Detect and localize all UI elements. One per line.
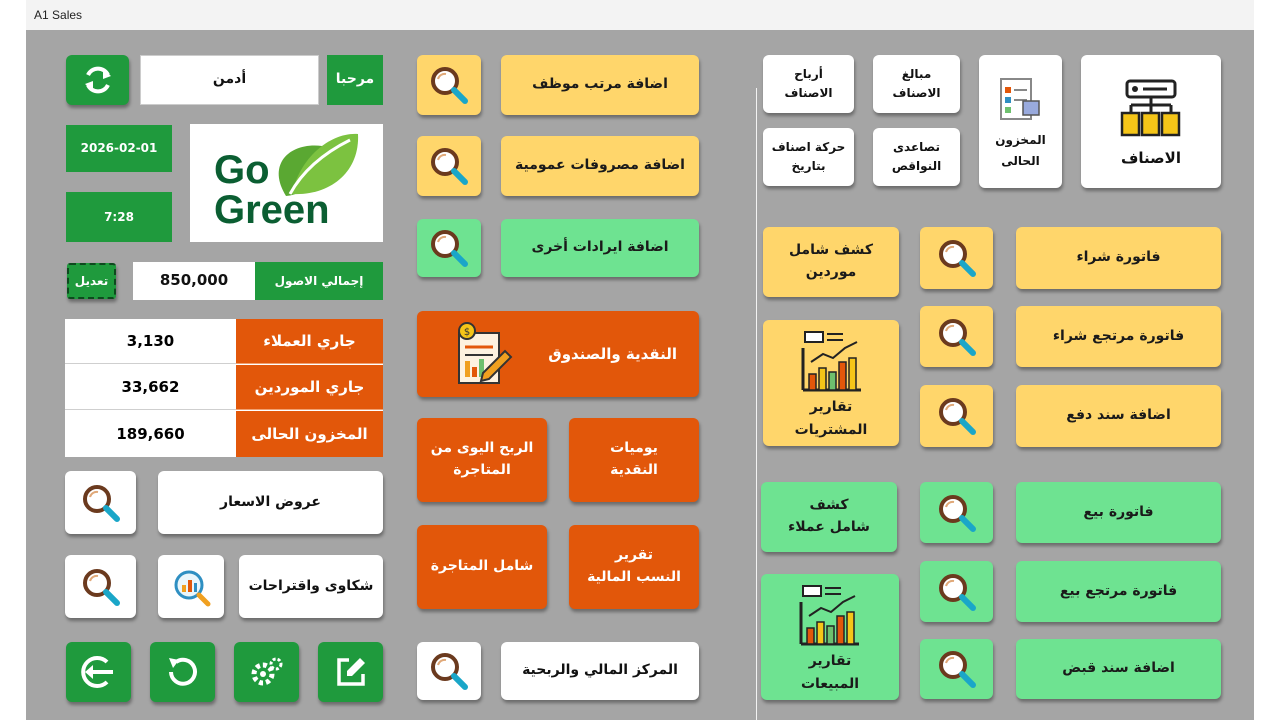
- magnifier-icon: [938, 494, 976, 532]
- time-display: 7:28: [66, 192, 172, 242]
- quotes-button[interactable]: عروض الاسعار: [158, 471, 383, 534]
- expenses-search-button[interactable]: [417, 136, 481, 196]
- bar-chart-icon: [799, 585, 859, 646]
- bar-chart-icon: [801, 331, 861, 392]
- summary-label: جاري الموردين: [236, 365, 383, 410]
- svg-text:$: $: [464, 327, 470, 338]
- magnifier-icon: [431, 67, 468, 104]
- summary-label: جاري العملاء: [236, 319, 383, 364]
- trading-total-button[interactable]: شامل المتاجرة: [417, 525, 547, 609]
- settings-button[interactable]: [234, 642, 299, 702]
- sales-return-search-button[interactable]: [920, 561, 993, 622]
- analytics-icon: [174, 570, 211, 606]
- items-movement-button[interactable]: حركة اصناف بتاريخ: [763, 128, 854, 186]
- payment-voucher-search-button[interactable]: [920, 385, 993, 447]
- purchases-reports-button[interactable]: تقارير المشتريات: [763, 320, 899, 446]
- logo-text-green: Green: [214, 188, 330, 232]
- add-salary-button[interactable]: اضافة مرتب موظف: [501, 55, 699, 115]
- items-tree-icon: [1120, 79, 1181, 137]
- magnifier-icon: [938, 573, 976, 611]
- receipt-voucher-search-button[interactable]: [920, 639, 993, 699]
- items-main-button[interactable]: الاصناف: [1081, 55, 1221, 188]
- magnifier-icon: [82, 568, 120, 606]
- purchase-invoice-button[interactable]: فاتورة شراء: [1016, 227, 1221, 289]
- reload-icon: [168, 657, 197, 686]
- daily-profit-button[interactable]: الربح اليوى من المتاجرة: [417, 418, 547, 502]
- sales-invoice-button[interactable]: فاتورة بيع: [1016, 482, 1221, 543]
- reload-button[interactable]: [150, 642, 215, 702]
- logout-icon: [80, 656, 113, 688]
- edit-button[interactable]: [318, 642, 383, 702]
- magnifier-icon: [431, 230, 468, 267]
- complaints-button[interactable]: شكاوى واقتراحات: [239, 555, 383, 618]
- assets-value: 850,000: [133, 262, 255, 300]
- summary-table: 3,130 جاري العملاء 33,662 جاري الموردين …: [65, 319, 383, 457]
- items-profits-button[interactable]: أرباح الاصناف: [763, 55, 854, 113]
- gear-icon: [251, 657, 282, 686]
- financial-center-search-button[interactable]: [417, 642, 481, 700]
- sales-reports-button[interactable]: تقارير المبيعات: [761, 574, 899, 700]
- assets-label: إجمالي الاصول: [255, 262, 383, 300]
- user-name-field: أدمن: [140, 55, 319, 105]
- summary-label: المخزون الحالى: [236, 411, 383, 457]
- financial-center-button[interactable]: المركز المالي والربحية: [501, 642, 699, 700]
- sales-invoice-search-button[interactable]: [920, 482, 993, 543]
- magnifier-icon: [938, 398, 976, 435]
- suppliers-statement-button[interactable]: كشف شامل موردين: [763, 227, 899, 297]
- summary-value: 3,130: [65, 319, 236, 364]
- purchase-return-search-button[interactable]: [920, 306, 993, 367]
- summary-value: 189,660: [116, 425, 185, 443]
- date-display: 2026-02-01: [66, 125, 172, 172]
- window-title: A1 Sales: [34, 8, 83, 22]
- refresh-icon: [84, 66, 111, 94]
- magnifier-icon: [938, 318, 976, 356]
- salary-search-button[interactable]: [417, 55, 481, 115]
- complaints-search-button[interactable]: [65, 555, 136, 618]
- daily-cash-button[interactable]: يوميات النقدية: [569, 418, 699, 502]
- column-divider: [756, 88, 757, 720]
- purchase-return-button[interactable]: فاتورة مرتجع شراء: [1016, 306, 1221, 367]
- magnifier-icon: [82, 484, 120, 522]
- cash-box-button[interactable]: النقدية والصندوق $: [417, 311, 699, 397]
- purchase-invoice-search-button[interactable]: [920, 227, 993, 289]
- magnifier-icon: [431, 148, 468, 185]
- magnifier-icon: [431, 653, 468, 690]
- analytics-button[interactable]: [158, 555, 224, 618]
- stock-report-icon: [1000, 78, 1040, 120]
- shortages-button[interactable]: تصاعدى النواقص: [873, 128, 960, 186]
- current-stock-button[interactable]: المخزون الحالى: [979, 55, 1062, 188]
- items-amounts-button[interactable]: مبالغ الاصناف: [873, 55, 960, 113]
- welcome-label: مرحبا: [327, 55, 383, 105]
- summary-value: 33,662: [65, 365, 236, 410]
- edit-icon: [336, 658, 365, 686]
- magnifier-icon: [938, 651, 976, 688]
- app-window: أدمن مرحبا 2026-02-01 7:28 Go Green تعدي…: [26, 30, 1254, 720]
- add-revenue-button[interactable]: اضافة ايرادات أخرى: [501, 219, 699, 277]
- go-green-logo: Go Green: [190, 124, 383, 242]
- invoice-icon: $: [458, 322, 513, 384]
- quotes-search-button[interactable]: [65, 471, 136, 534]
- add-expenses-button[interactable]: اضافة مصروفات عمومية: [501, 136, 699, 196]
- payment-voucher-button[interactable]: اضافة سند دفع: [1016, 385, 1221, 447]
- user-name: أدمن: [212, 71, 247, 88]
- customers-statement-button[interactable]: كشف شامل عملاء: [761, 482, 897, 552]
- logout-button[interactable]: [66, 642, 131, 702]
- logo-text-go: Go: [214, 148, 270, 192]
- magnifier-icon: [938, 240, 976, 277]
- window-titlebar: A1 Sales: [26, 0, 1254, 30]
- financial-ratios-button[interactable]: تقرير النسب المالية: [569, 525, 699, 609]
- revenue-search-button[interactable]: [417, 219, 481, 277]
- refresh-button[interactable]: [66, 55, 129, 105]
- receipt-voucher-button[interactable]: اضافة سند قبض: [1016, 639, 1221, 699]
- sales-return-button[interactable]: فاتورة مرتجع بيع: [1016, 561, 1221, 622]
- edit-assets-button[interactable]: تعديل: [67, 263, 116, 299]
